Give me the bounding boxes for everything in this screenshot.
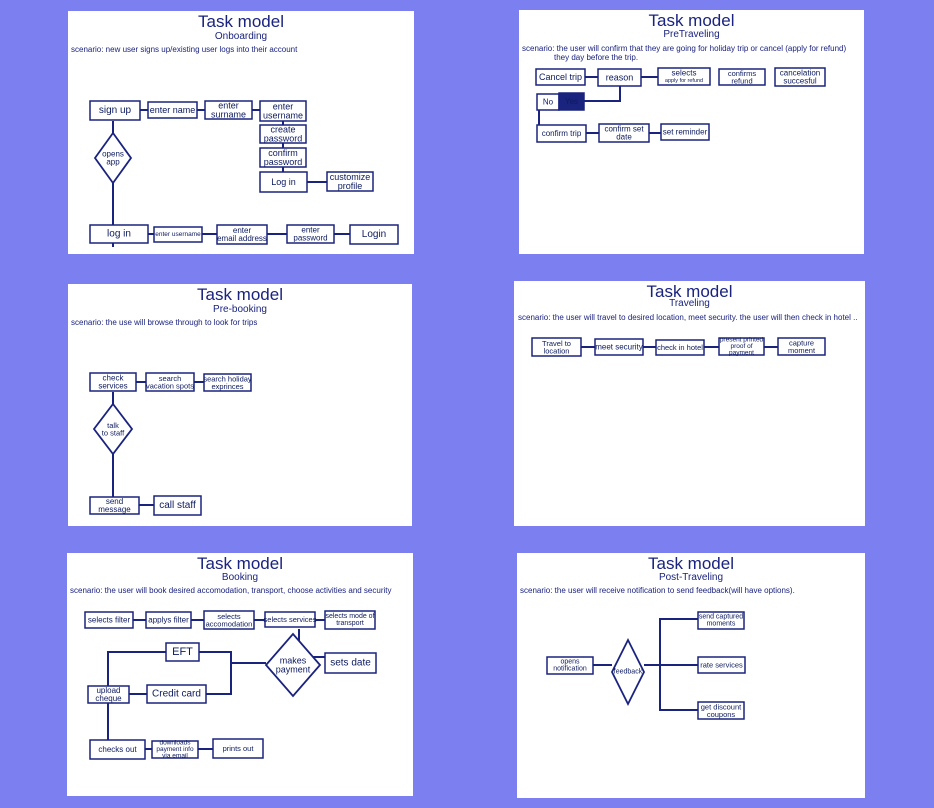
node-opens-notification-label: notification: [553, 666, 587, 673]
node-selects-filter-label: selects filter: [88, 616, 131, 625]
node-enter-surname-label: surname: [211, 110, 246, 120]
posttraveling-flow: opensnotification feedback send capturedmo…: [546, 611, 746, 720]
prebooking-flow: checkservicessearchvacation spotssearch …: [89, 372, 252, 516]
connector: [206, 663, 232, 695]
node-enter-email-label: email address: [217, 234, 267, 243]
node-log-in-label: log in: [107, 229, 131, 240]
node-prints-out-label: prints out: [223, 744, 255, 753]
node-capture-moment-label: moment: [788, 346, 816, 355]
node-present-proof-label: payment: [729, 350, 754, 357]
node-no-label: No: [543, 98, 554, 107]
node-cancel-trip-label: Cancel trip: [539, 72, 582, 82]
node-cancelation-succesful-label: succesful: [783, 77, 817, 86]
node-meet-security-label: meet security: [595, 343, 643, 352]
node-opens-app-label: app: [106, 158, 120, 167]
node-create-password-label: password: [264, 134, 303, 144]
onboarding-flow: sign up enter name entersurnameenteruserna…: [89, 100, 399, 247]
node-sign-up-label: sign up: [99, 105, 132, 116]
node-sets-date-label: sets date: [330, 658, 371, 669]
node-downloads-payment-label: via email: [162, 753, 188, 760]
node-confirm-password-label: password: [264, 157, 303, 167]
node-send-captured-moments-label: send captured: [699, 614, 743, 621]
traveling-flow: Travel tolocation meet security check in h…: [531, 337, 826, 357]
node-talk-to-staff-label: to staff: [102, 428, 125, 437]
panel-traveling: Task model Traveling scenario: the user …: [514, 281, 865, 526]
node-enter-username-bottom-label: enter username: [155, 231, 201, 238]
node-call-staff-label: call staff: [159, 500, 196, 511]
node-enter-name-label: enter name: [150, 105, 196, 115]
panel-posttraveling: Task model Post-Traveling scenario: the …: [517, 553, 865, 798]
node-confirm-set-date-label: date: [616, 133, 632, 142]
node-enter-username-label: username: [263, 111, 303, 121]
node-reason-label: reason: [606, 73, 634, 83]
node-checks-out-label: checks out: [98, 745, 137, 754]
node-applys-filter-label: applys filter: [148, 616, 189, 625]
node-selects-services-label: selects services: [264, 615, 317, 624]
node-selects-transport-label: selects mode of: [325, 613, 374, 620]
node-enter-password-label: password: [293, 234, 327, 243]
node-credit-card-label: Credit card: [152, 689, 201, 700]
node-confirms-refund-label: refund: [731, 76, 752, 85]
connector: [199, 651, 266, 664]
node-check-services-label: services: [98, 382, 127, 391]
node-makes-payment-label: payment: [276, 665, 311, 675]
node-selects-label: selects: [672, 69, 697, 78]
node-search-holiday-label: exprinces: [211, 382, 243, 391]
panel-onboarding: Task model Onboarding scenario: new user…: [68, 11, 414, 254]
node-selects-transport-label: transport: [336, 620, 364, 627]
node-login-label: Login: [362, 229, 386, 240]
node-travel-to-location-label: location: [544, 346, 570, 355]
node-customize-profile-label: profile: [338, 181, 363, 191]
node-selects-accomodation-label: accomodation: [206, 619, 253, 628]
node-send-message-label: message: [98, 505, 131, 514]
pretraveling-flow: Cancel trip reason selectsapply for refund…: [535, 67, 826, 143]
node-check-in-hotel-label: check in hotel: [657, 343, 703, 352]
panel-prebooking: Task model Pre-booking scenario: the use…: [68, 284, 412, 526]
node-set-reminder-label: set reminder: [663, 128, 708, 137]
node-confirm-trip-label: confirm trip: [542, 129, 582, 138]
node-send-captured-moments-label: moments: [707, 621, 736, 628]
node-eft-label: EFT: [172, 646, 193, 658]
node-feedback-label: feedback: [614, 669, 643, 676]
panel-booking: Task model Booking scenario: the user wi…: [67, 553, 413, 796]
node-apply-for-refund-label: apply for refund: [665, 78, 703, 84]
connector: [107, 651, 166, 687]
node-log-in-top-label: Log in: [271, 177, 296, 187]
panel-pretraveling: Task model PreTraveling scenario: the us…: [519, 10, 864, 254]
node-yes-label: Yes: [565, 97, 578, 106]
connector: [584, 86, 621, 102]
node-upload-cheque-label: cheque: [95, 694, 122, 703]
booking-flow: selects filter applys filter selectsaccomo…: [84, 610, 377, 760]
node-get-discount-coupons-label: coupons: [707, 710, 736, 719]
node-search-vacation-label: vacation spots: [146, 381, 194, 390]
node-rate-services-label: rate services: [700, 661, 743, 670]
node-opens-notification-label: opens: [560, 659, 580, 666]
